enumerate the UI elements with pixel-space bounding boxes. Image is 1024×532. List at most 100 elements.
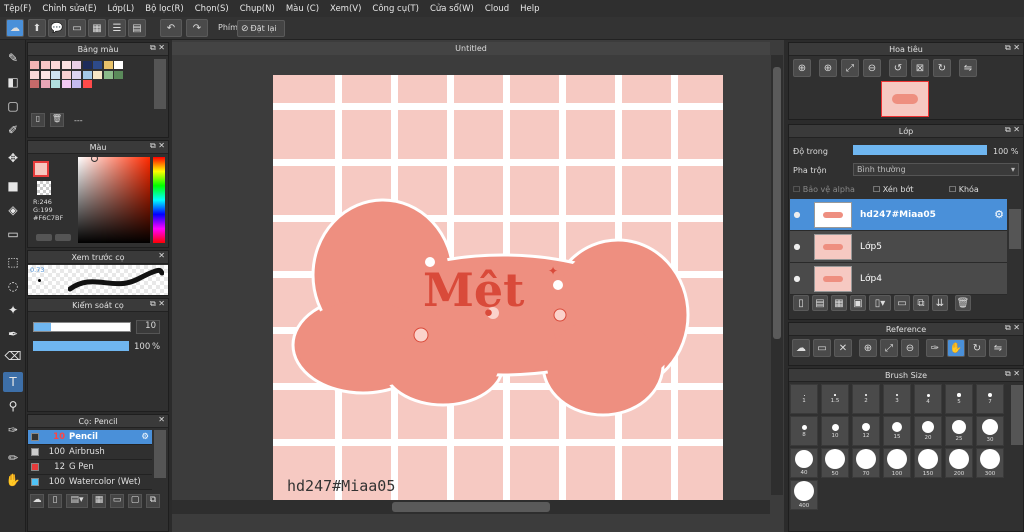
flip-icon[interactable]: ⇋ [959,59,977,77]
layer-opacity-slider[interactable] [853,145,987,155]
rect-tool-icon[interactable]: ■ [3,176,23,196]
delete-swatch-icon[interactable]: 🗑 [50,113,64,127]
brush-size-option[interactable]: 40 [790,448,818,478]
panel-close-icon[interactable]: ⧉ ✕ [150,299,165,309]
palette-swatch[interactable] [51,61,60,69]
layer-item[interactable]: ● Lớp4 [790,263,1007,295]
palette-swatch[interactable] [61,70,71,79]
menu-item[interactable]: Cloud [485,4,509,14]
layer-merge-icon[interactable]: ⇊ [932,295,948,311]
wand-tool-icon[interactable]: ✦ [3,300,23,320]
menu-item[interactable]: Màu (C) [286,4,319,14]
eyedropper-tool-icon[interactable]: ✑ [3,420,23,440]
reset-view-icon[interactable]: ⊠ [911,59,929,77]
menu-item[interactable]: Xem(V) [330,4,361,14]
brush-item[interactable]: 10 Pencil ⚙ [28,430,152,445]
folder-open-icon[interactable]: ▭ [813,339,831,357]
opacity-slider[interactable] [33,341,129,351]
panel-close-icon[interactable]: ⧉ ✕ [150,43,165,53]
cloud-brush-icon[interactable]: ☁ [30,494,44,508]
brush-size-option[interactable]: 200 [945,448,973,478]
brush-item[interactable]: 100 Watercolor (Wet) [28,475,152,490]
brush-size-option[interactable]: 30 [976,416,1004,446]
close-reference-icon[interactable]: ✕ [834,339,852,357]
select-pen-icon[interactable]: ✒ [3,324,23,344]
brush-size-option[interactable]: 12 [852,416,880,446]
menu-item[interactable]: Cửa sổ(W) [430,4,474,14]
menu-item[interactable]: Help [520,4,539,14]
zoom-out-icon[interactable]: ⊖ [901,339,919,357]
add-swatch-icon[interactable]: ▯ [31,113,45,127]
panel-close-icon[interactable]: ⧉ ✕ [1005,125,1020,135]
foreground-color[interactable] [33,161,49,177]
brush-size-option[interactable]: 150 [914,448,942,478]
palette-swatch[interactable] [103,70,113,79]
brush-menu-icon[interactable]: ▤▾ [66,494,88,508]
grid-icon[interactable]: ▦ [88,19,106,37]
palette-swatch[interactable] [61,61,71,69]
background-color[interactable] [37,181,51,195]
cloud-icon[interactable]: ☁ [6,19,24,37]
document-tab[interactable]: Untitled [172,42,770,55]
menu-item[interactable]: Chọn(S) [195,4,229,14]
palette-swatch[interactable] [93,70,102,79]
brush-size-option[interactable]: 4 [914,384,942,414]
brush-copy-icon[interactable]: ⧉ [146,494,160,508]
brush-size-option[interactable]: 400 [790,480,818,510]
fit-icon[interactable]: ⤢ [880,339,898,357]
hand-tool-icon[interactable]: ✋ [3,470,23,490]
lock-checkbox[interactable]: ☐ Khóa [949,185,979,194]
layer-item[interactable]: ● Lớp5 [790,231,1007,263]
palette-swatch[interactable] [30,61,39,69]
palette-swatch[interactable] [72,61,81,69]
palette-swatch[interactable] [103,61,113,69]
new-layer-3-icon[interactable]: ▦ [831,295,847,311]
brush-size-option[interactable]: 7 [976,384,1004,414]
brush-settings-icon[interactable]: ▦ [92,494,106,508]
horizontal-scrollbar[interactable] [172,500,770,514]
hand-icon[interactable]: ✋ [947,339,965,357]
marquee-tool-icon[interactable]: ⬚ [3,252,23,272]
brush-size-option[interactable]: 3 [883,384,911,414]
sv-picker[interactable] [78,157,150,243]
palette-swatch[interactable] [30,80,39,88]
eye-icon[interactable]: ● [790,210,804,219]
rotate-icon[interactable]: ↻ [968,339,986,357]
zoom-in-icon[interactable]: ⊕ [819,59,837,77]
fit-icon[interactable]: ⤢ [841,59,859,77]
layer-menu-icon[interactable]: ▯▾ [869,295,891,311]
palette-scrollbar[interactable] [154,59,166,109]
panel-close-icon[interactable]: ✕ [158,415,165,424]
table-icon[interactable]: ▤ [128,19,146,37]
brush-size-option[interactable]: 2 [852,384,880,414]
palette-swatch[interactable] [93,61,102,69]
new-icon[interactable]: ⬆ [28,19,46,37]
gear-icon[interactable]: ⚙ [141,432,149,442]
brush-size-option[interactable]: 20 [914,416,942,446]
brush-size-option[interactable]: 1.5 [821,384,849,414]
select-tool-icon[interactable]: ▢ [3,96,23,116]
protect-alpha-checkbox[interactable]: ☐ Bảo vệ alpha [793,185,855,194]
dropper-icon[interactable]: ✏ [3,448,23,468]
undo-icon[interactable]: ↶ [160,19,182,37]
palette-swatch[interactable] [61,80,71,88]
brush-size-value[interactable]: 10 [136,320,160,334]
menu-item[interactable]: Chụp(N) [240,4,275,14]
brush-size-option[interactable]: 10 [821,416,849,446]
menu-item[interactable]: Bộ lọc(R) [145,4,184,14]
palette-swatch[interactable] [72,80,81,88]
add-brush-icon[interactable]: ▯ [48,494,62,508]
brush-tool-icon[interactable]: ✎ [3,48,23,68]
brush-size-slider[interactable] [33,322,131,332]
palette-swatch[interactable] [82,61,92,69]
palette-swatch[interactable] [114,70,123,79]
layer-item[interactable]: ● hd247#Miaa05 ⚙ [790,199,1007,231]
new-layer-4-icon[interactable]: ▣ [850,295,866,311]
brush-item[interactable]: 12 G Pen [28,460,152,475]
palette-swatch[interactable] [40,70,50,79]
redo-icon[interactable]: ↷ [186,19,208,37]
layer-scrollbar[interactable] [1009,209,1021,249]
palette-swatch[interactable] [82,80,92,88]
menu-item[interactable]: Công cụ(T) [372,4,419,14]
palette-swatch[interactable] [40,80,50,88]
